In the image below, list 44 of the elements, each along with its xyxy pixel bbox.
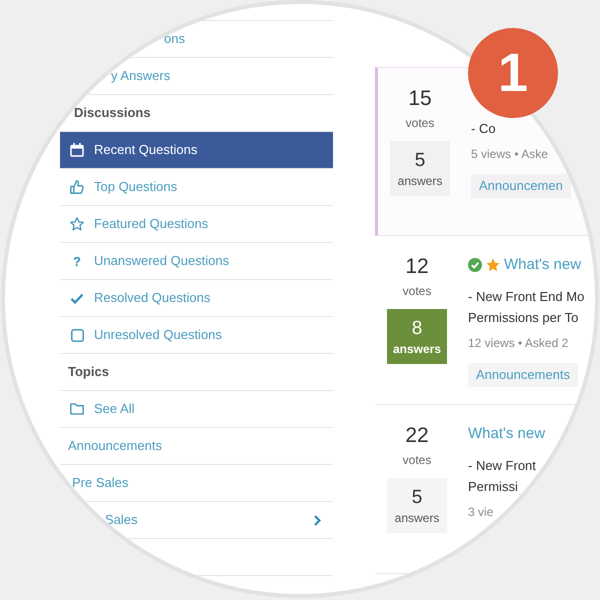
question-excerpt: - New Front Permissi (468, 457, 536, 496)
step-number-badge: 1 (468, 28, 558, 118)
question-title[interactable]: What's new (504, 254, 582, 276)
answer-count: 5 (414, 148, 426, 172)
sidebar-item[interactable]: Recent Questions (60, 132, 333, 169)
answer-count: 8 (412, 316, 422, 340)
folder-icon (70, 403, 84, 415)
sidebar-item[interactable]: ons (60, 21, 333, 58)
answers-label: answers (398, 172, 442, 188)
sidebar-item[interactable]: Resolved Questions (60, 280, 333, 317)
check-icon (70, 292, 84, 304)
question-meta: 3 vie (468, 504, 494, 521)
vote-count: 12 (405, 254, 429, 280)
question-excerpt: - New Front End Mo Permissions per To (468, 288, 584, 327)
topic-tag[interactable]: Announcemen (471, 174, 571, 198)
sidebar-item[interactable]: Sales (60, 502, 333, 539)
votes-label: votes (406, 115, 434, 132)
sidebar-heading: Topics (68, 363, 109, 382)
votes-label: votes (402, 452, 432, 469)
votes-label: votes (402, 283, 432, 300)
sidebar-item[interactable]: Top Questions (60, 169, 333, 206)
star-icon (70, 217, 84, 231)
thumbs-up-icon (70, 180, 84, 194)
vote-count: 22 (405, 423, 429, 449)
vote-count: 15 (408, 86, 432, 112)
topic-tag[interactable]: Announcements (468, 363, 578, 387)
question-title[interactable]: What's new (468, 423, 546, 445)
square-icon (70, 328, 84, 342)
sidebar-item[interactable]: Featured Questions (60, 206, 333, 243)
sidebar-heading: Discussions (74, 104, 151, 122)
sidebar-item[interactable]: Pre Sales (60, 465, 333, 502)
sidebar-item[interactable]: ? Unanswered Questions (60, 243, 333, 280)
sidebar-item[interactable]: See All (60, 391, 333, 428)
sidebar-item[interactable]: y Answers (60, 58, 333, 95)
question-mark-icon: ? (70, 254, 84, 268)
calendar-icon (70, 143, 84, 157)
sidebar-item[interactable]: Unresolved Questions (60, 317, 333, 354)
answer-count: 5 (412, 486, 422, 510)
answers-label: answers (392, 340, 442, 356)
question-meta: 5 views • Aske (471, 146, 548, 163)
question-meta: 12 views • Asked 2 (468, 335, 568, 352)
question-excerpt: - Co (471, 120, 496, 138)
sidebar-item[interactable]: Announcements (60, 428, 333, 465)
answers-label: answers (394, 510, 440, 526)
